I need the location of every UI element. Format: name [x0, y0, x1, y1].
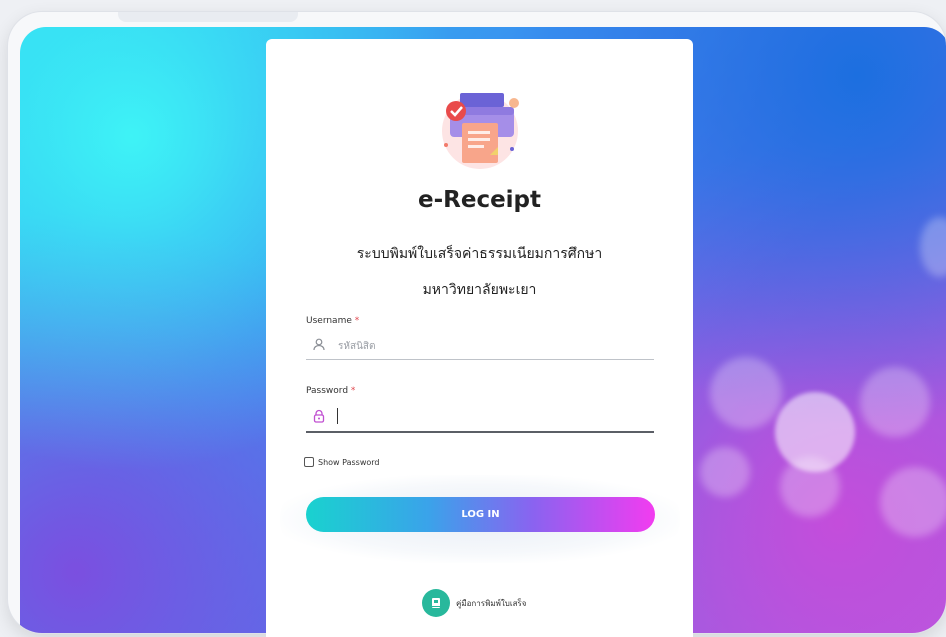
- tablet-top-tab: [118, 12, 298, 22]
- password-field[interactable]: [306, 405, 654, 433]
- app-title: e-Receipt: [417, 187, 542, 213]
- show-password-toggle[interactable]: Show Password: [304, 457, 380, 467]
- printer-receipt-logo-icon: [442, 93, 519, 169]
- bokeh-light: [780, 457, 840, 517]
- username-label: Username *: [306, 316, 360, 326]
- user-manual-link[interactable]: คู่มือการพิมพ์ใบเสร็จ: [422, 589, 526, 617]
- login-card: e-Receipt ระบบพิมพ์ใบเสร็จค่าธรรมเนียมกา…: [266, 39, 693, 637]
- text-cursor: [337, 408, 338, 424]
- password-input[interactable]: [336, 407, 640, 429]
- book-icon: [422, 589, 450, 617]
- required-mark: *: [354, 316, 360, 326]
- bokeh-light: [920, 217, 946, 277]
- username-field[interactable]: [306, 333, 654, 360]
- password-label: Password *: [306, 386, 356, 396]
- show-password-checkbox[interactable]: [304, 457, 314, 467]
- bokeh-light: [880, 467, 946, 537]
- book-glyph-icon: [432, 598, 440, 608]
- bokeh-light: [700, 447, 750, 497]
- user-icon: [313, 338, 325, 351]
- system-subtitle: ระบบพิมพ์ใบเสร็จค่าธรรมเนียมการศึกษา: [356, 246, 603, 262]
- username-input[interactable]: [336, 335, 640, 357]
- login-button[interactable]: LOG IN: [306, 497, 655, 532]
- bokeh-light: [860, 367, 930, 437]
- bokeh-light: [710, 357, 782, 429]
- lock-icon: [313, 409, 325, 423]
- show-password-label: Show Password: [318, 457, 380, 467]
- required-mark: *: [350, 386, 356, 396]
- university-name: มหาวิทยาลัยพะเยา: [422, 282, 537, 298]
- user-manual-label[interactable]: คู่มือการพิมพ์ใบเสร็จ: [456, 597, 526, 610]
